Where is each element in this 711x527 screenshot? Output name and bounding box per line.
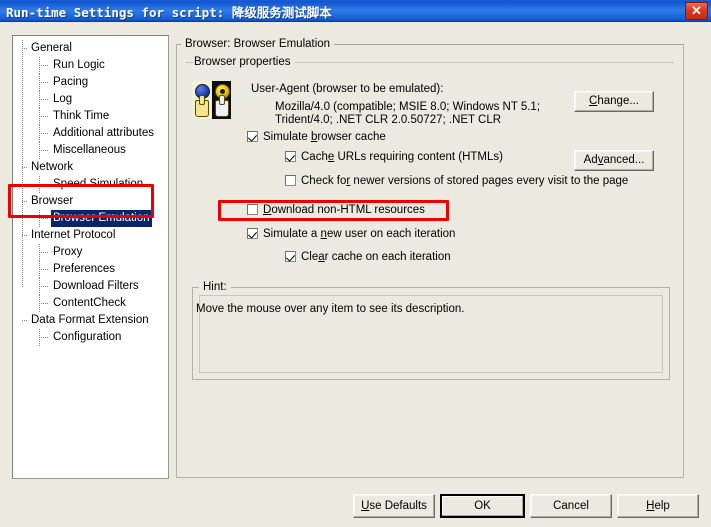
- cancel-button[interactable]: Cancel: [530, 494, 612, 518]
- tree-item-list: General Run Logic Pacing Log Think Time Addit…: [13, 40, 156, 346]
- tree-item-miscellaneous[interactable]: Miscellaneous: [13, 142, 156, 159]
- hint-text: Move the mouse over any item to see its …: [196, 303, 465, 315]
- checkbox-indicator[interactable]: [247, 131, 258, 142]
- tree-item-pacing[interactable]: Pacing: [13, 74, 156, 91]
- checkbox-check-for-newer-versions[interactable]: Check for newer versions of stored pages…: [285, 174, 628, 189]
- change-user-agent-button[interactable]: Change...: [574, 91, 654, 112]
- tree-item-run-logic[interactable]: Run Logic: [13, 57, 156, 74]
- tree-item-preferences[interactable]: Preferences: [13, 261, 156, 278]
- icon-right-cell: [212, 81, 231, 119]
- tree-item-label: Log: [53, 93, 73, 105]
- close-icon: ✕: [691, 3, 702, 18]
- checkbox-indicator[interactable]: [285, 251, 296, 262]
- checkbox-indicator[interactable]: [285, 175, 296, 186]
- tree-item-download-filters[interactable]: Download Filters: [13, 278, 156, 295]
- pointing-hand-icon: [195, 95, 209, 117]
- hint-legend: Hint:: [199, 281, 231, 293]
- tree-item-label: General: [31, 42, 72, 54]
- icon-left-cell: [192, 81, 211, 119]
- window-title: Run-time Settings for script: 降级服务测试脚本: [6, 5, 332, 20]
- checkbox-indicator[interactable]: [247, 204, 258, 215]
- checkbox-indicator[interactable]: [247, 228, 258, 239]
- checkbox-label: Check for newer versions of stored pages…: [301, 175, 629, 187]
- advanced-cache-button[interactable]: Advanced...: [574, 150, 654, 171]
- tree-item-label: Miscellaneous: [53, 144, 126, 156]
- checkbox-simulate-browser-cache[interactable]: Simulate browser cache: [247, 130, 386, 145]
- checkbox-label: Clear cache on each iteration: [301, 251, 451, 263]
- tree-item-data-format-extension[interactable]: Data Format Extension: [13, 312, 156, 329]
- checkbox-label: Simulate browser cache: [263, 131, 386, 143]
- user-agent-label: User-Agent (browser to be emulated):: [251, 83, 444, 95]
- change-button-label: Change...: [589, 95, 639, 107]
- tree-item-general[interactable]: General: [13, 40, 156, 57]
- group-title: Browser: Browser Emulation: [181, 38, 335, 50]
- tree-item-label: Download Filters: [53, 280, 139, 292]
- help-button[interactable]: Help: [617, 494, 699, 518]
- checkbox-cache-urls-requiring-content[interactable]: Cache URLs requiring content (HTMLs): [285, 150, 503, 165]
- settings-tree[interactable]: General Run Logic Pacing Log Think Time Addit…: [12, 35, 169, 479]
- user-agent-value: Mozilla/4.0 (compatible; MSIE 8.0; Windo…: [275, 101, 541, 126]
- pointing-hand-icon-2: [215, 95, 229, 117]
- cancel-label: Cancel: [553, 500, 589, 512]
- tree-item-label: Pacing: [53, 76, 89, 88]
- tree-item-speed-simulation[interactable]: Speed Simulation: [13, 176, 156, 193]
- advanced-button-label: Advanced...: [583, 154, 645, 166]
- tree-item-label: Data Format Extension: [31, 314, 149, 326]
- tree-item-proxy[interactable]: Proxy: [13, 244, 156, 261]
- checkbox-label: Simulate a new user on each iteration: [263, 228, 456, 240]
- tree-item-label: Browser: [31, 195, 74, 207]
- help-label: Help: [646, 500, 670, 512]
- checkbox-indicator[interactable]: [285, 151, 296, 162]
- tree-item-label: Think Time: [53, 110, 110, 122]
- tree-item-label: Additional attributes: [53, 127, 155, 139]
- checkbox-simulate-new-user-each-iteration[interactable]: Simulate a new user on each iteration: [247, 227, 455, 242]
- runtime-settings-dialog: Run-time Settings for script: 降级服务测试脚本 ✕…: [0, 0, 711, 527]
- use-defaults-label: Use Defaults: [361, 500, 427, 512]
- tree-item-label: Run Logic: [53, 59, 105, 71]
- ok-button[interactable]: OK: [440, 494, 525, 518]
- ok-label: OK: [474, 500, 491, 512]
- tree-item-browser-emulation[interactable]: Browser Emulation: [13, 210, 156, 227]
- tree-item-configuration[interactable]: Configuration: [13, 329, 156, 346]
- browser-hand-icon: [192, 80, 232, 120]
- tree-item-network[interactable]: Network: [13, 159, 156, 176]
- use-defaults-button[interactable]: Use Defaults: [353, 494, 435, 518]
- tree-item-label: Proxy: [53, 246, 83, 258]
- tree-item-label: Speed Simulation: [53, 178, 144, 190]
- tree-item-internet-protocol[interactable]: Internet Protocol: [13, 227, 156, 244]
- tree-item-label: Preferences: [53, 263, 116, 275]
- tree-item-think-time[interactable]: Think Time: [13, 108, 156, 125]
- checkbox-label: Download non-HTML resources: [263, 204, 425, 216]
- tree-item-label: Internet Protocol: [31, 229, 116, 241]
- tree-item-browser[interactable]: Browser: [13, 193, 156, 210]
- tree-item-additional-attributes[interactable]: Additional attributes: [13, 125, 156, 142]
- tree-item-label: Configuration: [53, 331, 122, 343]
- tree-item-contentcheck[interactable]: ContentCheck: [13, 295, 156, 312]
- tree-item-label: Network: [31, 161, 74, 173]
- checkbox-clear-cache-each-iteration[interactable]: Clear cache on each iteration: [285, 250, 451, 265]
- close-button[interactable]: ✕: [685, 2, 708, 20]
- checkbox-download-non-html-resources[interactable]: Download non-HTML resources: [247, 203, 425, 218]
- window-title-bar: Run-time Settings for script: 降级服务测试脚本 ✕: [0, 0, 711, 22]
- tree-item-label: ContentCheck: [53, 297, 126, 309]
- tree-item-label: Browser Emulation: [51, 210, 152, 227]
- checkbox-label: Cache URLs requiring content (HTMLs): [301, 151, 503, 163]
- tree-item-log[interactable]: Log: [13, 91, 156, 108]
- browser-properties-label: Browser properties: [194, 56, 295, 68]
